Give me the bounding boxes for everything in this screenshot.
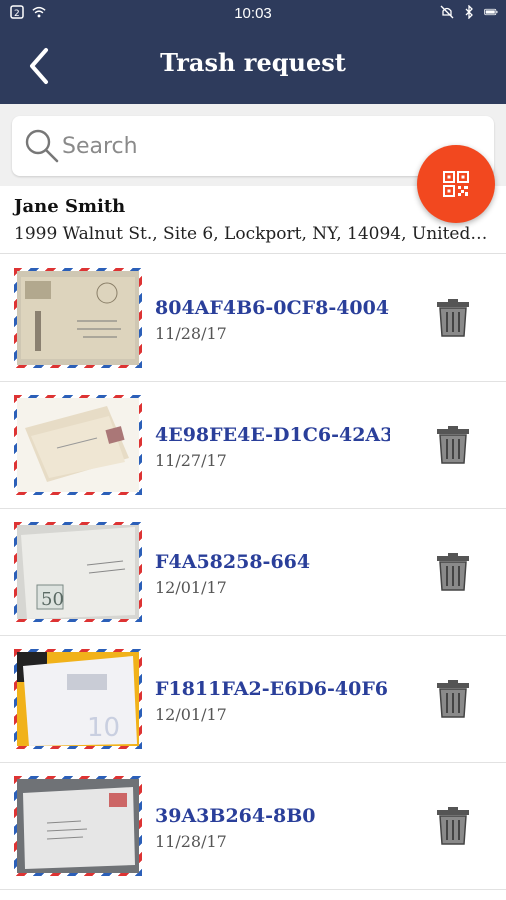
item-date: 12/01/17 (155, 705, 227, 724)
delete-button[interactable] (433, 425, 473, 465)
list-item[interactable]: 10 F1811FA2-E6D6-40F6 12/01/17 (0, 636, 506, 763)
svg-text:10: 10 (87, 713, 120, 743)
mute-icon (440, 5, 454, 19)
delete-button[interactable] (433, 806, 473, 846)
delete-button[interactable] (433, 679, 473, 719)
trash-icon (437, 299, 469, 337)
list-item[interactable]: 50 F4A58258-664 12/01/17 (0, 509, 506, 636)
svg-text:50: 50 (41, 589, 64, 610)
item-date: 11/28/17 (155, 832, 227, 851)
status-time: 10:03 (234, 5, 272, 22)
envelope-photo (17, 271, 139, 365)
item-date: 11/28/17 (155, 324, 227, 343)
item-id: 4E98FE4E-D1C6-42A3 (155, 424, 390, 446)
envelope-photo: 10 (17, 652, 139, 746)
envelope-thumbnail (14, 776, 142, 876)
user-name: Jane Smith (14, 196, 126, 217)
envelope-thumbnail: 50 (14, 522, 142, 622)
envelope-photo: 50 (17, 525, 139, 619)
battery-icon (484, 8, 498, 16)
trash-request-list: 804AF4B6-0CF8-4004 11/28/17 4E98FE4E-D1C… (0, 255, 506, 890)
user-address: 1999 Walnut St., Site 6, Lockport, NY, 1… (14, 224, 488, 244)
delete-button[interactable] (433, 298, 473, 338)
page-title: Trash request (160, 48, 346, 77)
trash-icon (437, 426, 469, 464)
item-id: 39A3B264-8B0 (155, 805, 316, 827)
item-id: F1811FA2-E6D6-40F6 (155, 678, 389, 700)
qr-scan-button[interactable] (417, 145, 495, 223)
status-bar: 2 10:03 (0, 0, 506, 28)
item-id: 804AF4B6-0CF8-4004 (155, 297, 390, 319)
delete-button[interactable] (433, 552, 473, 592)
item-date: 12/01/17 (155, 578, 227, 597)
item-date: 11/27/17 (155, 451, 227, 470)
envelope-thumbnail (14, 395, 142, 495)
envelope-photo (17, 779, 139, 873)
app-header: 2 10:03 Trash request (0, 0, 506, 104)
list-item[interactable]: 39A3B264-8B0 11/28/17 (0, 763, 506, 890)
search-icon (25, 129, 59, 163)
trash-icon (437, 553, 469, 591)
bluetooth-icon (465, 5, 473, 19)
envelope-photo (17, 398, 139, 492)
envelope-thumbnail: 10 (14, 649, 142, 749)
trash-icon (437, 807, 469, 845)
status-right-icons (440, 5, 498, 19)
list-item[interactable]: 804AF4B6-0CF8-4004 11/28/17 (0, 255, 506, 382)
envelope-thumbnail (14, 268, 142, 368)
search-input[interactable] (62, 128, 402, 164)
qr-code-icon (443, 171, 469, 197)
item-id: F4A58258-664 (155, 551, 311, 573)
list-item[interactable]: 4E98FE4E-D1C6-42A3 11/27/17 (0, 382, 506, 509)
trash-icon (437, 680, 469, 718)
